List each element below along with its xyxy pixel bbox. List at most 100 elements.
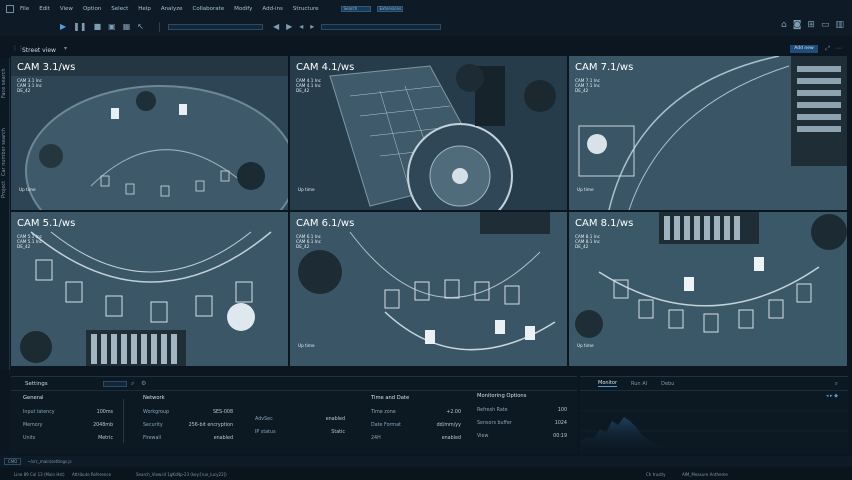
- camera-tile[interactable]: CAM 7.1/ws CAM 7.1 Inc CAM 7.1 Inc DE_42…: [569, 56, 847, 210]
- camera-info-line: DE_42: [575, 244, 589, 250]
- camera-info-line: DE_42: [296, 244, 310, 250]
- setting-row[interactable]: Security 256-bit encryption: [143, 419, 233, 432]
- settings-network: Network Workgroup SES-008 Security 256-bit…: [143, 395, 233, 445]
- camera-tile[interactable]: CAM 4.1/ws CAM 4.1 Inc CAM 4.1 Inc DE_42…: [290, 56, 567, 210]
- skip-right-icon[interactable]: ▸: [310, 22, 314, 32]
- command-bar: CMD ~/src_main/settings.js: [0, 456, 852, 466]
- setting-value: SES-008: [212, 410, 233, 415]
- setting-row[interactable]: 24H enabled: [371, 432, 461, 445]
- stop-icon[interactable]: ■: [94, 22, 102, 32]
- trash-icon[interactable]: ▥: [835, 20, 844, 30]
- monitor-graph: [580, 410, 848, 455]
- setting-value: Metric: [98, 436, 113, 441]
- pause-icon[interactable]: ❚❚: [73, 22, 86, 32]
- setting-row[interactable]: Time zone +2.00: [371, 406, 461, 419]
- setting-label: Units: [23, 436, 36, 441]
- menu-analyze[interactable]: Analyze: [161, 6, 183, 12]
- setting-row[interactable]: Date Format dd/mm/yy: [371, 419, 461, 432]
- arrow-right-icon[interactable]: ▶: [286, 22, 292, 32]
- search-icon[interactable]: ⌕: [835, 380, 838, 388]
- setting-label: Input latency: [23, 410, 55, 415]
- monitor-tab-bar: Monitor Run AI Debu ⌕: [580, 377, 848, 391]
- add-new-button[interactable]: Add new: [790, 45, 818, 53]
- menu-view[interactable]: View: [60, 6, 73, 12]
- side-tab-car-number-search[interactable]: Car number search: [1, 128, 7, 176]
- setting-value: enabled: [213, 436, 233, 441]
- setting-row[interactable]: Firewall enabled: [143, 432, 233, 445]
- camera-uptime: Up time: [19, 187, 36, 192]
- setting-row[interactable]: Workgroup SES-008: [143, 406, 233, 419]
- settings-title[interactable]: Settings: [25, 381, 48, 387]
- tab-monitor[interactable]: Monitor: [598, 380, 618, 387]
- camera-uptime: Up time: [577, 343, 594, 348]
- setting-value: 2048mb: [93, 423, 113, 428]
- setting-label: Firewall: [143, 436, 162, 441]
- timeline-field[interactable]: [167, 24, 263, 30]
- setting-row[interactable]: Input latency 100ms: [23, 406, 113, 419]
- view-title[interactable]: Street view: [22, 47, 56, 54]
- pointer-icon[interactable]: ↖: [137, 22, 144, 32]
- skip-left-icon[interactable]: ◂: [299, 22, 303, 32]
- gear-icon[interactable]: ⚙: [141, 380, 146, 387]
- arrow-left-icon[interactable]: ◀: [273, 22, 279, 32]
- setting-row[interactable]: AdvSec enabled: [255, 413, 345, 426]
- setting-row[interactable]: Sensors buffer 1024: [477, 417, 567, 430]
- setting-row[interactable]: View 00:19: [477, 430, 567, 443]
- menu-select[interactable]: Select: [111, 6, 128, 12]
- frame-icon[interactable]: ▣: [108, 22, 116, 32]
- play-icon[interactable]: ▶: [60, 22, 66, 32]
- menu-modify[interactable]: Modify: [234, 6, 252, 12]
- settings-monitoring: Monitoring Options Refresh Rate 100 Senso…: [477, 393, 567, 443]
- camera-label: CAM 3.1/ws: [17, 62, 76, 73]
- cmd-prompt[interactable]: CMD: [4, 457, 22, 465]
- menu-add-ins[interactable]: Add-ins: [262, 6, 283, 12]
- right-toolbar: ⌂ ◙ ⊞ ▭ ▥: [781, 20, 844, 30]
- side-tab-project[interactable]: Project: [1, 181, 7, 198]
- expand-icon[interactable]: ⤢: [825, 45, 830, 53]
- menu-file[interactable]: File: [20, 6, 29, 12]
- camera-icon[interactable]: ◙: [793, 20, 802, 30]
- camera-tile[interactable]: CAM 5.1/ws CAM 5.1 Inc CAM 5.1 Inc DE_42: [11, 212, 288, 366]
- menu-edit[interactable]: Edit: [39, 6, 50, 12]
- setting-row[interactable]: Refresh Rate 100: [477, 404, 567, 417]
- file-path[interactable]: ~/src_main/settings.js: [27, 459, 71, 464]
- search-icon[interactable]: ⌕: [131, 380, 134, 388]
- settings-panel: Settings ⌕ ⚙ General Input latency 100ms …: [11, 376, 577, 454]
- side-tab-face-search[interactable]: Face search: [1, 68, 7, 98]
- setting-label: Time zone: [371, 410, 396, 415]
- attribute-reference[interactable]: Attribute Reference: [72, 472, 111, 477]
- menu-collaborate[interactable]: Collaborate: [193, 6, 225, 12]
- chevron-down-icon[interactable]: ▾: [64, 45, 67, 52]
- grid-view-icon[interactable]: ⋮⋮: [12, 45, 24, 52]
- camera-tile[interactable]: CAM 8.1/ws CAM 8.1 Inc CAM 8.1 Inc DE_42…: [569, 212, 847, 366]
- add-window-icon[interactable]: ⊞: [807, 20, 815, 30]
- menu-option[interactable]: Option: [83, 6, 101, 12]
- progress-field[interactable]: [321, 24, 442, 30]
- settings-filter-field[interactable]: [103, 381, 127, 387]
- tool-bar: ▶ ❚❚ ■ ▣ ▦ ↖ ◀ ▶ ◂ ▸: [0, 18, 852, 36]
- setting-value: 100: [557, 408, 567, 413]
- grid-icon[interactable]: ▦: [123, 22, 131, 32]
- camera-label: CAM 8.1/ws: [575, 218, 634, 229]
- camera-feed-image: [11, 56, 288, 210]
- lock-icon[interactable]: ⌂: [781, 20, 787, 30]
- camera-tile[interactable]: CAM 3.1/ws CAM 3.1 Inc CAM 3.1 Inc DE_42…: [11, 56, 288, 210]
- setting-row[interactable]: IP status Static: [255, 426, 345, 439]
- more-icon[interactable]: ⋯: [836, 45, 842, 52]
- setting-label: View: [477, 434, 489, 439]
- tab-run-ai[interactable]: Run AI: [631, 381, 647, 387]
- extensions-field[interactable]: Extensions: [376, 6, 403, 12]
- window-icon[interactable]: ▭: [821, 20, 830, 30]
- setting-row[interactable]: Units Metric: [23, 432, 113, 445]
- menu-structure[interactable]: Structure: [293, 6, 319, 12]
- column-divider: [123, 399, 124, 443]
- menu-help[interactable]: Help: [138, 6, 151, 12]
- setting-row[interactable]: Memory 2048mb: [23, 419, 113, 432]
- camera-feed-image: [290, 56, 567, 210]
- tab-debug[interactable]: Debu: [661, 381, 674, 387]
- monitor-panel: Monitor Run AI Debu ⌕ ◂ ▸ ◆: [580, 376, 848, 455]
- camera-tile[interactable]: CAM 6.1/ws CAM 6.1 Inc CAM 6.1 Inc DE_42…: [290, 212, 567, 366]
- setting-value: dd/mm/yy: [436, 423, 461, 428]
- camera-info-line: DE_42: [17, 88, 31, 94]
- search-field[interactable]: Search: [340, 6, 371, 12]
